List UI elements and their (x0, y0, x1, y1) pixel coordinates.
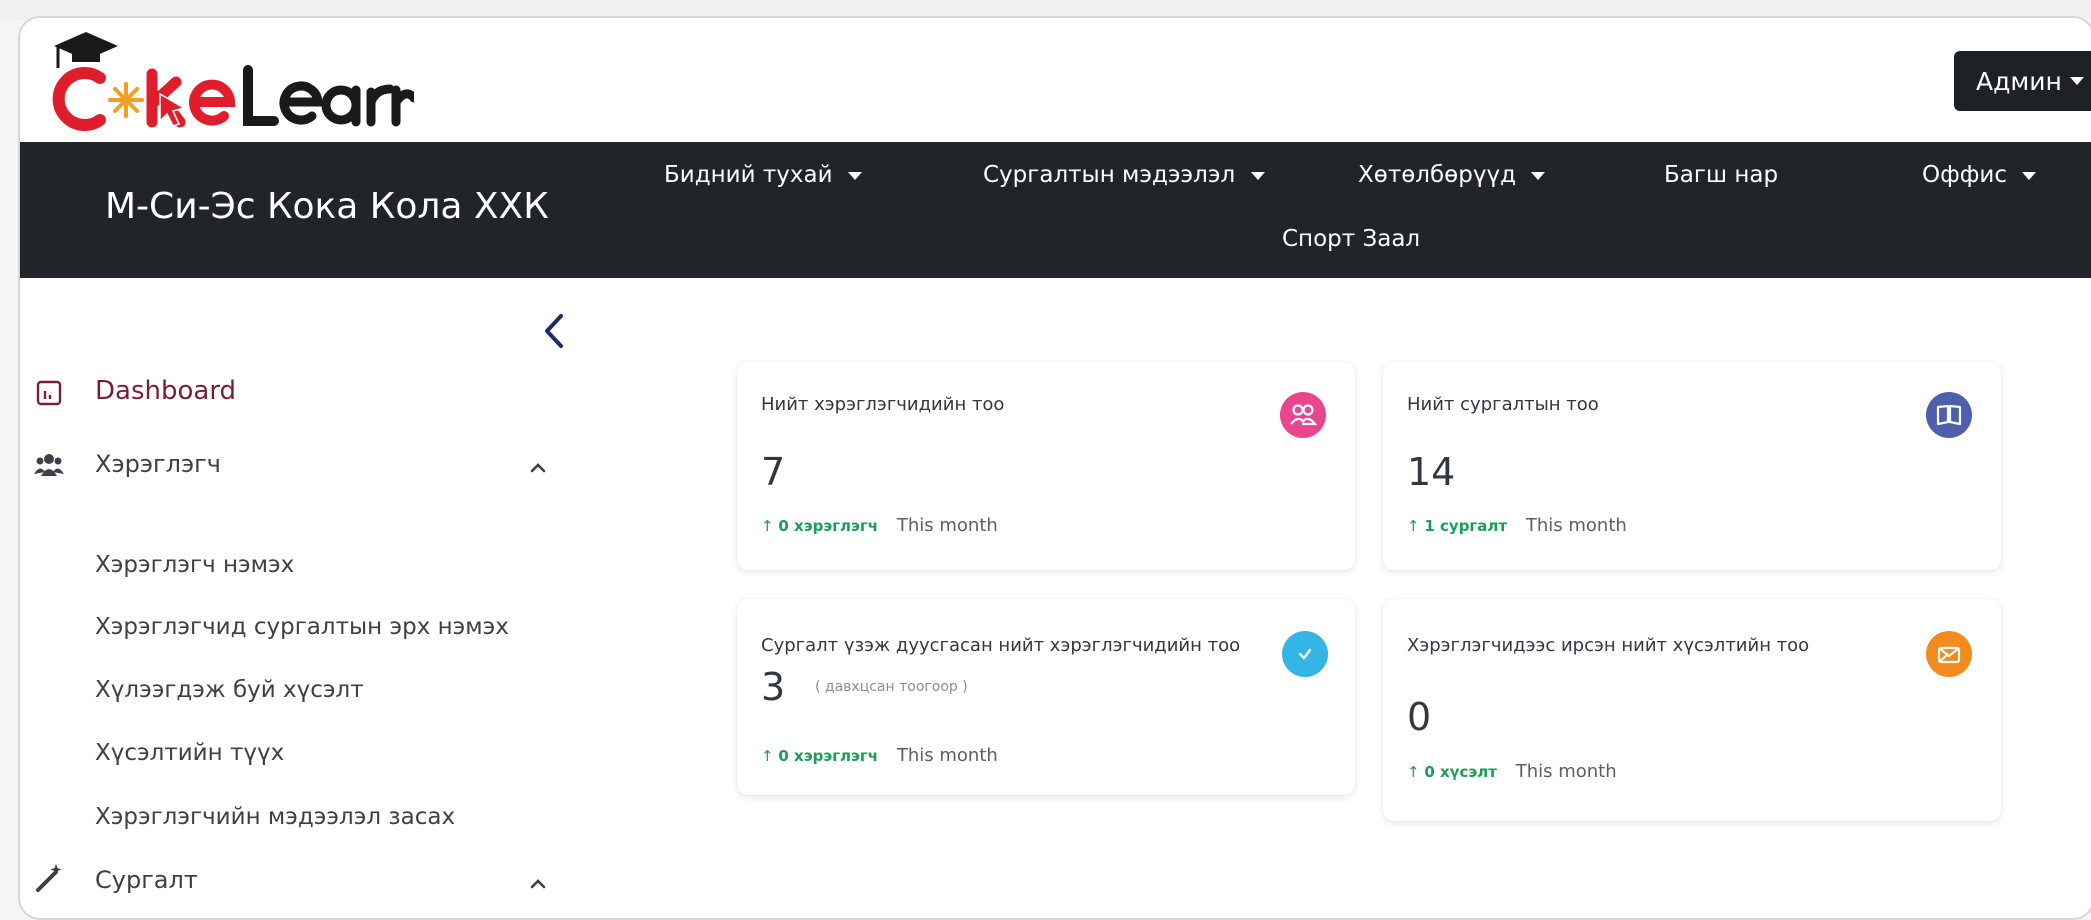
stat-card-total-trainings: Нийт сургалтын тоо 14 ↑ 1 сургалт This m… (1383, 362, 2001, 570)
arrow-up-icon: ↑ (1407, 517, 1420, 535)
card-change: ↑ 0 хэрэглэгч This month (761, 745, 998, 766)
chevron-up-icon (530, 879, 546, 889)
chevron-up-icon (530, 463, 546, 473)
admin-label: Админ (1976, 66, 2062, 96)
nav-label: Спорт Заал (1282, 226, 1421, 252)
sidebar-label: Dashboard (95, 376, 237, 406)
card-value: 0 (1407, 695, 1432, 739)
change-amount: 0 хүсэлт (1424, 763, 1497, 781)
nav-label: Сургалтын мэдээлэл (983, 162, 1236, 188)
company-name[interactable]: М-Си-Эс Кока Кола ХХК (105, 186, 549, 227)
book-icon (1926, 392, 1972, 438)
sidebar-subitem-add-user[interactable]: Хэрэглэгч нэмэх (95, 552, 294, 578)
caret-down-icon (2069, 77, 2084, 85)
chart-icon (36, 380, 62, 406)
arrow-up-icon: ↑ (761, 747, 774, 765)
nav-label: Хөтөлбөрүүд (1358, 162, 1516, 188)
card-title: Хэрэглэгчидээс ирсэн нийт хүсэлтийн тоо (1407, 635, 1810, 656)
change-period: This month (896, 515, 998, 536)
nav-label: Оффис (1922, 162, 2008, 188)
users-icon (1280, 392, 1326, 438)
nav-item-programs[interactable]: Хөтөлбөрүүд (1358, 162, 1546, 188)
sidebar-subitem-grant-training[interactable]: Хэрэглэгчид сургалтын эрх нэмэх (95, 614, 509, 640)
caret-down-icon (1531, 171, 1546, 180)
sidebar-subitem-pending-requests[interactable]: Хүлээгдэж буй хүсэлт (95, 677, 364, 703)
change-amount: 0 хэрэглэгч (778, 517, 879, 535)
nav-item-about[interactable]: Бидний тухай (664, 162, 862, 188)
card-title: Нийт хэрэглэгчидийн тоо (761, 394, 1005, 415)
stat-card-total-requests: Хэрэглэгчидээс ирсэн нийт хүсэлтийн тоо … (1383, 599, 2001, 821)
nav-item-teachers[interactable]: Багш нар (1664, 162, 1778, 188)
users-icon (34, 454, 64, 476)
change-period: This month (896, 745, 998, 766)
card-change: ↑ 0 хүсэлт This month (1407, 761, 1617, 782)
admin-menu-button[interactable]: Админ (1954, 51, 2091, 111)
card-value: 14 (1407, 450, 1456, 494)
sidebar-label: Сургалт (95, 866, 198, 894)
sidebar-subitem-edit-user-info[interactable]: Хэрэглэгчийн мэдээлэл засах (95, 804, 455, 830)
sidebar-subitem-request-history[interactable]: Хүсэлтийн түүх (95, 740, 284, 766)
caret-down-icon (2022, 171, 2037, 180)
card-title: Сургалт үзэж дуусгасан нийт хэрэглэгчиди… (761, 635, 1241, 656)
card-title: Нийт сургалтын тоо (1407, 394, 1599, 415)
card-change: ↑ 1 сургалт This month (1407, 515, 1627, 536)
stat-card-total-users: Нийт хэрэглэгчидийн тоо 7 ↑ 0 хэрэглэгч … (737, 362, 1355, 570)
app-window: Админ М-Си-Эс Кока Кола ХХК Бидний тухай… (18, 16, 2091, 920)
mail-icon (1926, 631, 1972, 677)
nav-item-sports-hall[interactable]: Спорт Заал (1282, 226, 1420, 252)
nav-label: Бидний тухай (664, 162, 833, 188)
arrow-up-icon: ↑ (761, 517, 774, 535)
card-value: 7 (761, 450, 786, 494)
main-navbar: М-Си-Эс Кока Кола ХХК Бидний тухай Сурга… (20, 142, 2091, 278)
sidebar-collapse-button[interactable] (535, 306, 575, 356)
caret-down-icon (847, 171, 862, 180)
magic-wand-icon (36, 864, 62, 892)
arrow-up-icon: ↑ (1407, 763, 1420, 781)
change-period: This month (1525, 515, 1627, 536)
sidebar-label: Хэрэглэгч (95, 450, 221, 478)
nav-item-training-info[interactable]: Сургалтын мэдээлэл (983, 162, 1265, 188)
change-amount: 1 сургалт (1424, 517, 1508, 535)
nav-item-office[interactable]: Оффис (1922, 162, 2037, 188)
card-change: ↑ 0 хэрэглэгч This month (761, 515, 998, 536)
chevron-left-icon (545, 314, 563, 348)
card-value: 3 (761, 665, 786, 709)
top-bar: Админ (20, 18, 2091, 142)
change-period: This month (1515, 761, 1617, 782)
nav-label: Багш нар (1664, 162, 1779, 188)
cokelearn-logo[interactable] (34, 26, 414, 136)
card-note: ( давхцсан тоогоор ) (815, 679, 968, 695)
check-icon (1282, 631, 1328, 677)
change-amount: 0 хэрэглэгч (778, 747, 879, 765)
caret-down-icon (1250, 171, 1265, 180)
stat-card-completed-users: Сургалт үзэж дуусгасан нийт хэрэглэгчиди… (737, 599, 1355, 795)
